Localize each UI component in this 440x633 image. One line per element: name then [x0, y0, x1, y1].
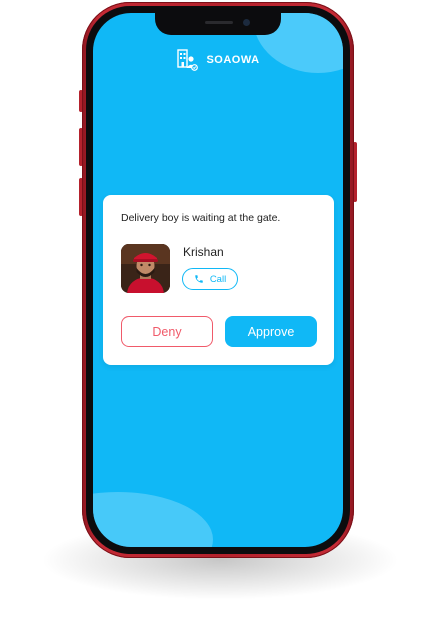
avatar	[121, 244, 170, 293]
delivery-person-photo	[121, 244, 170, 293]
background-blob-bottom	[93, 492, 213, 547]
building-person-icon	[177, 49, 199, 71]
call-button-label: Call	[209, 273, 227, 285]
app-header: SOAOWA	[93, 49, 343, 71]
speaker-grille	[205, 21, 233, 24]
visitor-approval-card: Delivery boy is waiting at the gate. Kri…	[103, 195, 334, 365]
notification-message: Delivery boy is waiting at the gate.	[121, 212, 281, 224]
call-button[interactable]: Call	[182, 268, 238, 290]
phone-notch	[155, 13, 281, 35]
visitor-name: Krishan	[183, 245, 224, 259]
brand-name: SOAOWA	[206, 54, 260, 66]
deny-button[interactable]: Deny	[121, 316, 213, 347]
phone-icon	[195, 275, 203, 283]
approve-button[interactable]: Approve	[225, 316, 317, 347]
front-camera	[243, 19, 250, 26]
